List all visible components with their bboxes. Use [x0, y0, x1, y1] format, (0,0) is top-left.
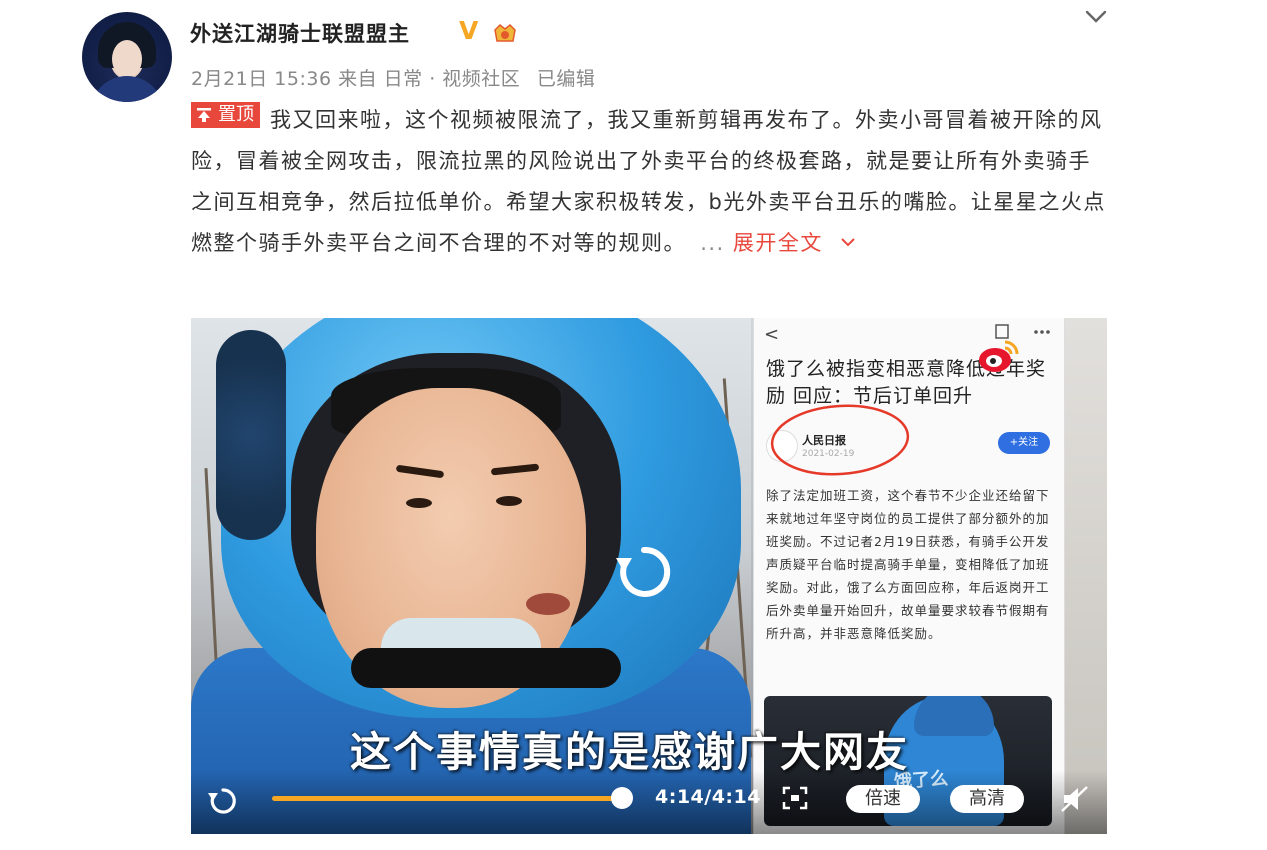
ellipsis: ... [700, 231, 725, 255]
post-edited[interactable]: 已编辑 [537, 68, 596, 90]
avatar-coat [90, 76, 164, 102]
video-background-right [1061, 318, 1107, 834]
pin-icon [197, 108, 211, 122]
helmet-ear-pad [216, 330, 286, 540]
overlay-back-icon: < [764, 324, 780, 345]
pin-label: 置顶 [218, 104, 254, 125]
overlay-body: 除了法定加班工资，这个春节不少企业还给留下来就地过年坚守岗位的员工提供了部分额外… [766, 488, 1050, 641]
overlay-follow: +关注 [998, 432, 1050, 454]
weibo-logo-icon [979, 340, 1019, 372]
post-date[interactable]: 2月21日 15:36 [191, 68, 332, 90]
post-content: 置顶 我又回来啦，这个视频被限流了，我又重新剪辑再发布了。外卖小哥冒着被开除的风… [191, 100, 1111, 264]
video-subtitle: 这个事情真的是感谢广大网友 [350, 728, 909, 776]
rider-mouth [526, 593, 570, 615]
replay-icon[interactable] [612, 540, 676, 604]
post-text: 我又回来啦，这个视频被限流了，我又重新剪辑再发布了。外卖小哥冒着被开除的风险，冒… [191, 108, 1106, 255]
pin-badge: 置顶 [191, 102, 260, 128]
expand-label: 展开全文 [732, 231, 823, 255]
replay-icon[interactable] [206, 784, 240, 818]
post-source[interactable]: 来自 日常 · 视频社区 [338, 68, 520, 90]
fan-badge-icon[interactable] [492, 22, 518, 44]
chevron-down-icon [841, 238, 855, 247]
rider-eye [406, 498, 432, 508]
fullscreen-icon[interactable] [782, 786, 808, 810]
avatar-face [112, 40, 142, 78]
progress-bar[interactable] [272, 796, 624, 801]
quality-button[interactable]: 高清 [950, 785, 1024, 813]
mute-icon[interactable] [1060, 784, 1090, 814]
verified-badge-icon[interactable]: V [459, 16, 478, 45]
avatar[interactable] [82, 12, 172, 102]
progress-handle[interactable] [611, 787, 633, 809]
video-time: 4:14/4:14 [655, 786, 761, 808]
expand-full-text-link[interactable]: 展开全文 [733, 231, 857, 255]
helmet-strap [351, 648, 621, 688]
thumbnail-helmet [914, 696, 994, 736]
rider-eye [496, 496, 522, 506]
speed-button[interactable]: 倍速 [846, 785, 920, 813]
post-meta: 2月21日 15:36 来自 日常 · 视频社区 已编辑 [191, 64, 595, 91]
red-circle-annotation [770, 404, 910, 476]
author-name[interactable]: 外送江湖骑士联盟盟主 [190, 18, 410, 48]
chevron-down-icon[interactable] [1084, 8, 1108, 26]
